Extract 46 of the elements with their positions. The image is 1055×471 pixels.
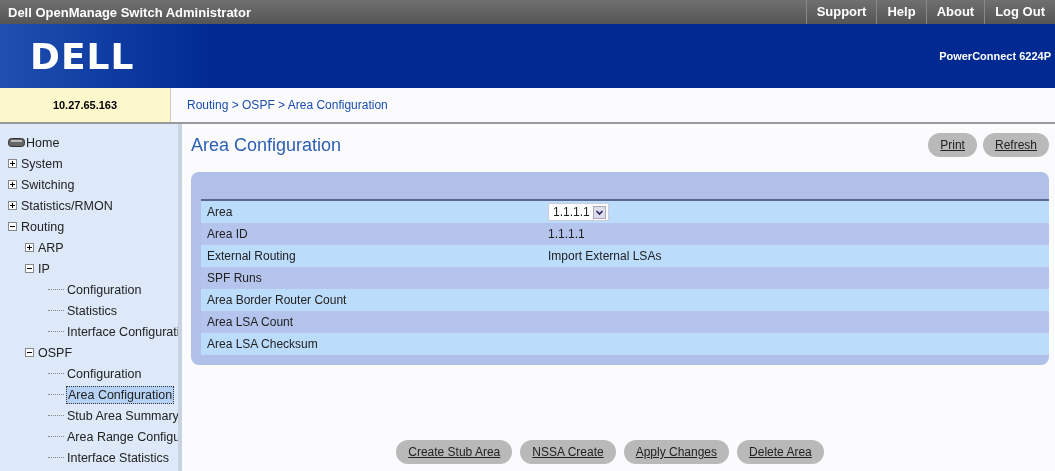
field-label: Area ID [206,227,249,241]
tree-item[interactable]: Home [25,134,61,151]
tree-item[interactable]: Statistics/RMON [20,197,114,214]
tree-item[interactable]: Area Configuration [66,385,175,404]
field-label: Area Border Router Count [206,293,348,307]
tree-item[interactable]: System [20,155,64,172]
action-button[interactable]: Apply Changes [623,440,730,464]
action-button[interactable]: Create Stub Area [396,440,513,464]
expand-icon[interactable] [25,243,34,252]
field-label: SPF Runs [206,271,263,285]
expand-icon[interactable] [8,201,17,210]
top-button[interactable]: Print [928,133,977,157]
collapse-icon[interactable] [25,348,34,357]
home-device-icon [8,138,25,147]
address-cell: 10.27.65.163 [0,88,171,122]
tree-item[interactable]: Configuration [66,365,143,382]
dropdown-icon[interactable] [592,205,606,219]
tree-item[interactable]: ARP [37,239,65,256]
tree-item[interactable]: Configuration [66,281,143,298]
field-value: 1.1.1.1 [548,227,585,241]
page-title: Area Configuration [191,134,342,156]
tree-item[interactable]: Statistics [66,302,118,319]
action-button[interactable]: Delete Area [737,440,824,464]
model-name: PowerConnect 6224P [939,50,1051,62]
logo: DELL [30,35,135,77]
tree-item[interactable]: Switching [20,176,76,193]
app-title: Dell OpenManage Switch Administrator [8,4,251,20]
field-label: Area LSA Checksum [206,337,319,351]
top-button[interactable]: Refresh [982,133,1049,157]
expand-icon[interactable] [8,159,17,168]
tree-item[interactable]: Interface Configurati [66,323,178,340]
tree-item[interactable]: OSPF [37,344,74,361]
field-label: Area LSA Count [206,315,295,329]
tree-item[interactable]: Routing [20,218,66,235]
expand-icon[interactable] [8,180,17,189]
tree-item[interactable]: IP [37,260,51,277]
collapse-icon[interactable] [8,222,17,231]
tree-item[interactable]: Stub Area Summary [66,407,178,424]
collapse-icon[interactable] [25,264,34,273]
field-label: External Routing [206,249,297,263]
area-select[interactable]: 1.1.1.1 [548,203,609,221]
breadcrumb: Routing > OSPF > Area Configuration [186,97,388,114]
field-label: Area [206,205,234,219]
action-button[interactable]: NSSA Create [520,440,616,464]
tree-item[interactable]: Interface Statistics [66,449,171,466]
field-value: Import External LSAs [548,249,662,263]
